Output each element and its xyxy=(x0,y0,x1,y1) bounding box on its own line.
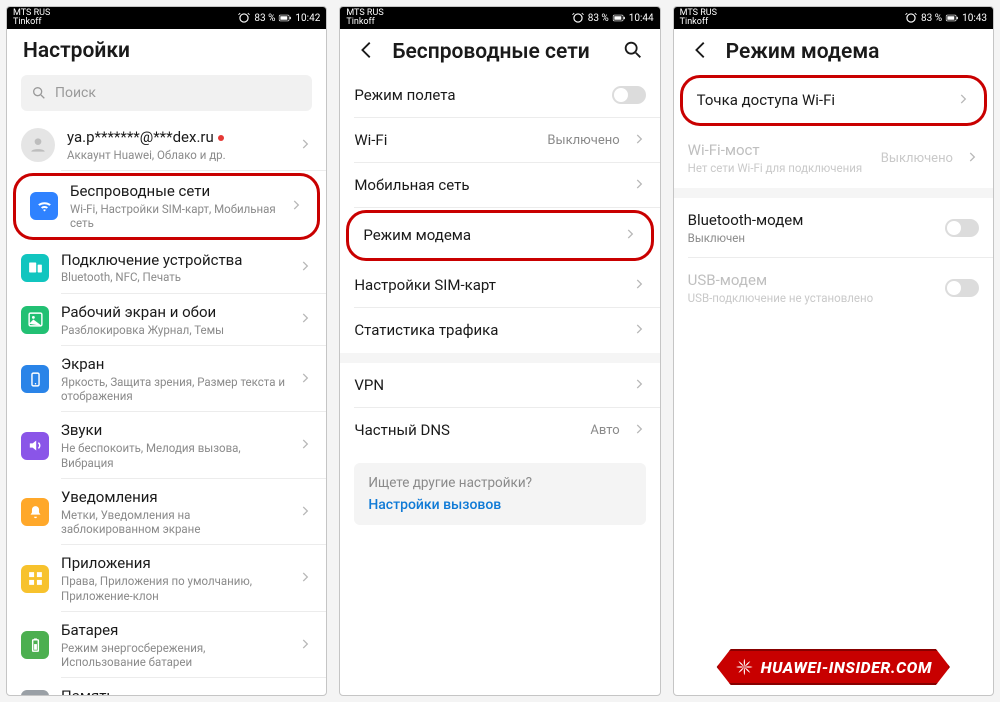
image-icon xyxy=(21,306,49,334)
wifi-icon xyxy=(30,192,58,220)
speaker-icon xyxy=(21,432,49,460)
chevron-right-icon xyxy=(632,176,646,195)
notification-dot xyxy=(218,135,224,141)
chevron-right-icon xyxy=(623,226,637,245)
storage-icon xyxy=(21,690,49,695)
usb-toggle xyxy=(945,279,979,297)
search-button[interactable] xyxy=(622,39,644,65)
search-input[interactable]: Поиск xyxy=(21,75,312,111)
chevron-right-icon xyxy=(298,569,312,588)
page-title: Настройки xyxy=(23,39,130,63)
chevron-right-icon xyxy=(632,131,646,150)
phone-screen-settings: MTS RUS Tinkoff 83 % 10:42 Настройки Пои… xyxy=(6,6,327,696)
alarm-icon xyxy=(904,11,918,25)
row-dns[interactable]: Частный DNS Авто xyxy=(340,408,659,453)
devices-icon xyxy=(21,254,49,282)
section-gap xyxy=(340,353,659,363)
row-mobile[interactable]: Мобильная сеть xyxy=(340,163,659,208)
row-wifi-bridge: Wi-Fi-мост Нет сети Wi-Fi для подключени… xyxy=(674,128,993,188)
dns-value: Авто xyxy=(590,423,619,438)
chevron-right-icon xyxy=(298,136,312,155)
phone-screen-tethering: MTS RUSTinkoff 83 % 10:43 Режим модема Т… xyxy=(673,6,994,696)
alarm-icon xyxy=(571,11,585,25)
chevron-right-icon xyxy=(289,197,303,216)
row-title: Беспроводные сети xyxy=(70,182,277,201)
other-settings-card: Ищете другие настройки? Настройки вызово… xyxy=(354,463,645,525)
subcarrier: Tinkoff xyxy=(13,18,50,27)
chevron-right-icon xyxy=(298,636,312,655)
row-wireless[interactable]: Беспроводные сети Wi-Fi, Настройки SIM-к… xyxy=(13,173,320,240)
watermark-text: HUAWEI-INSIDER.COM xyxy=(761,658,932,677)
chevron-right-icon xyxy=(632,321,646,340)
alarm-icon xyxy=(237,11,251,25)
battery-icon xyxy=(612,11,626,25)
header: Беспроводные сети xyxy=(340,29,659,73)
phone-screen-wireless: MTS RUSTinkoff 83 % 10:44 Беспроводные с… xyxy=(339,6,660,696)
status-bar: MTS RUS Tinkoff 83 % 10:42 xyxy=(7,7,326,29)
status-bar: MTS RUSTinkoff 83 % 10:43 xyxy=(674,7,993,29)
row-apps[interactable]: ПриложенияПрава, Приложения по умолчанию… xyxy=(7,545,326,612)
huawei-logo-icon xyxy=(735,657,755,677)
chevron-right-icon xyxy=(965,149,979,168)
chevron-right-icon xyxy=(632,376,646,395)
chevron-right-icon xyxy=(298,258,312,277)
row-storage[interactable]: ПамятьОчистка памяти xyxy=(7,678,326,695)
account-sub: Аккаунт Huawei, Облако и др. xyxy=(67,148,286,162)
row-tethering[interactable]: Режим модема xyxy=(346,210,653,261)
status-bar: MTS RUSTinkoff 83 % 10:44 xyxy=(340,7,659,29)
header: Настройки xyxy=(7,29,326,71)
promo-question: Ищете другие настройки? xyxy=(368,475,631,491)
row-hotspot[interactable]: Точка доступа Wi-Fi xyxy=(680,75,987,126)
row-bt-tether[interactable]: Bluetooth-модем Выключен xyxy=(674,198,993,258)
chevron-right-icon xyxy=(956,91,970,110)
battery-icon xyxy=(21,631,49,659)
chevron-right-icon xyxy=(298,436,312,455)
row-sounds[interactable]: ЗвукиНе беспокоить, Мелодия вызова, Вибр… xyxy=(7,412,326,479)
row-sub: Wi-Fi, Настройки SIM-карт, Мобильная сет… xyxy=(70,202,277,231)
row-sim[interactable]: Настройки SIM-карт xyxy=(340,263,659,308)
page-title: Беспроводные сети xyxy=(392,40,589,64)
page-title: Режим модема xyxy=(726,40,880,64)
chevron-right-icon xyxy=(298,370,312,389)
row-battery[interactable]: БатареяРежим энергосбережения, Использов… xyxy=(7,612,326,679)
row-usb-tether: USB-модем USB-подключение не установлено xyxy=(674,258,993,318)
chevron-right-icon xyxy=(632,276,646,295)
row-home-screen[interactable]: Рабочий экран и обоиРазблокировка Журнал… xyxy=(7,294,326,346)
section-gap xyxy=(674,188,993,198)
row-device-connect[interactable]: Подключение устройстваBluetooth, NFC, Пе… xyxy=(7,242,326,294)
battery-icon xyxy=(278,11,292,25)
back-button[interactable] xyxy=(356,39,378,65)
battery-icon xyxy=(945,11,959,25)
row-display[interactable]: ЭкранЯркость, Защита зрения, Размер текс… xyxy=(7,346,326,413)
header: Режим модема xyxy=(674,29,993,73)
grid-icon xyxy=(21,565,49,593)
battery-pct: 83 % xyxy=(254,13,275,24)
bt-toggle[interactable] xyxy=(945,219,979,237)
clock: 10:42 xyxy=(295,13,320,24)
bell-icon xyxy=(21,498,49,526)
watermark-badge: HUAWEI-INSIDER.COM xyxy=(717,649,950,685)
search-icon xyxy=(31,85,47,101)
avatar-icon xyxy=(21,128,55,162)
row-notifications[interactable]: УведомленияМетки, Уведомления на заблоки… xyxy=(7,479,326,546)
airplane-toggle[interactable] xyxy=(612,86,646,104)
account-row[interactable]: ya.p*******@***dex.ru Аккаунт Huawei, Об… xyxy=(7,119,326,171)
back-button[interactable] xyxy=(690,39,712,65)
row-traffic[interactable]: Статистика трафика xyxy=(340,308,659,353)
chevron-right-icon xyxy=(298,310,312,329)
chevron-right-icon xyxy=(298,503,312,522)
row-vpn[interactable]: VPN xyxy=(340,363,659,408)
search-placeholder: Поиск xyxy=(55,85,96,101)
row-wifi[interactable]: Wi-Fi Выключено xyxy=(340,118,659,163)
wifi-value: Выключено xyxy=(547,133,619,148)
phone-icon xyxy=(21,365,49,393)
promo-link[interactable]: Настройки вызовов xyxy=(368,497,631,513)
row-airplane[interactable]: Режим полета xyxy=(340,73,659,118)
account-email: ya.p*******@***dex.ru xyxy=(67,128,214,146)
chevron-right-icon xyxy=(632,421,646,440)
